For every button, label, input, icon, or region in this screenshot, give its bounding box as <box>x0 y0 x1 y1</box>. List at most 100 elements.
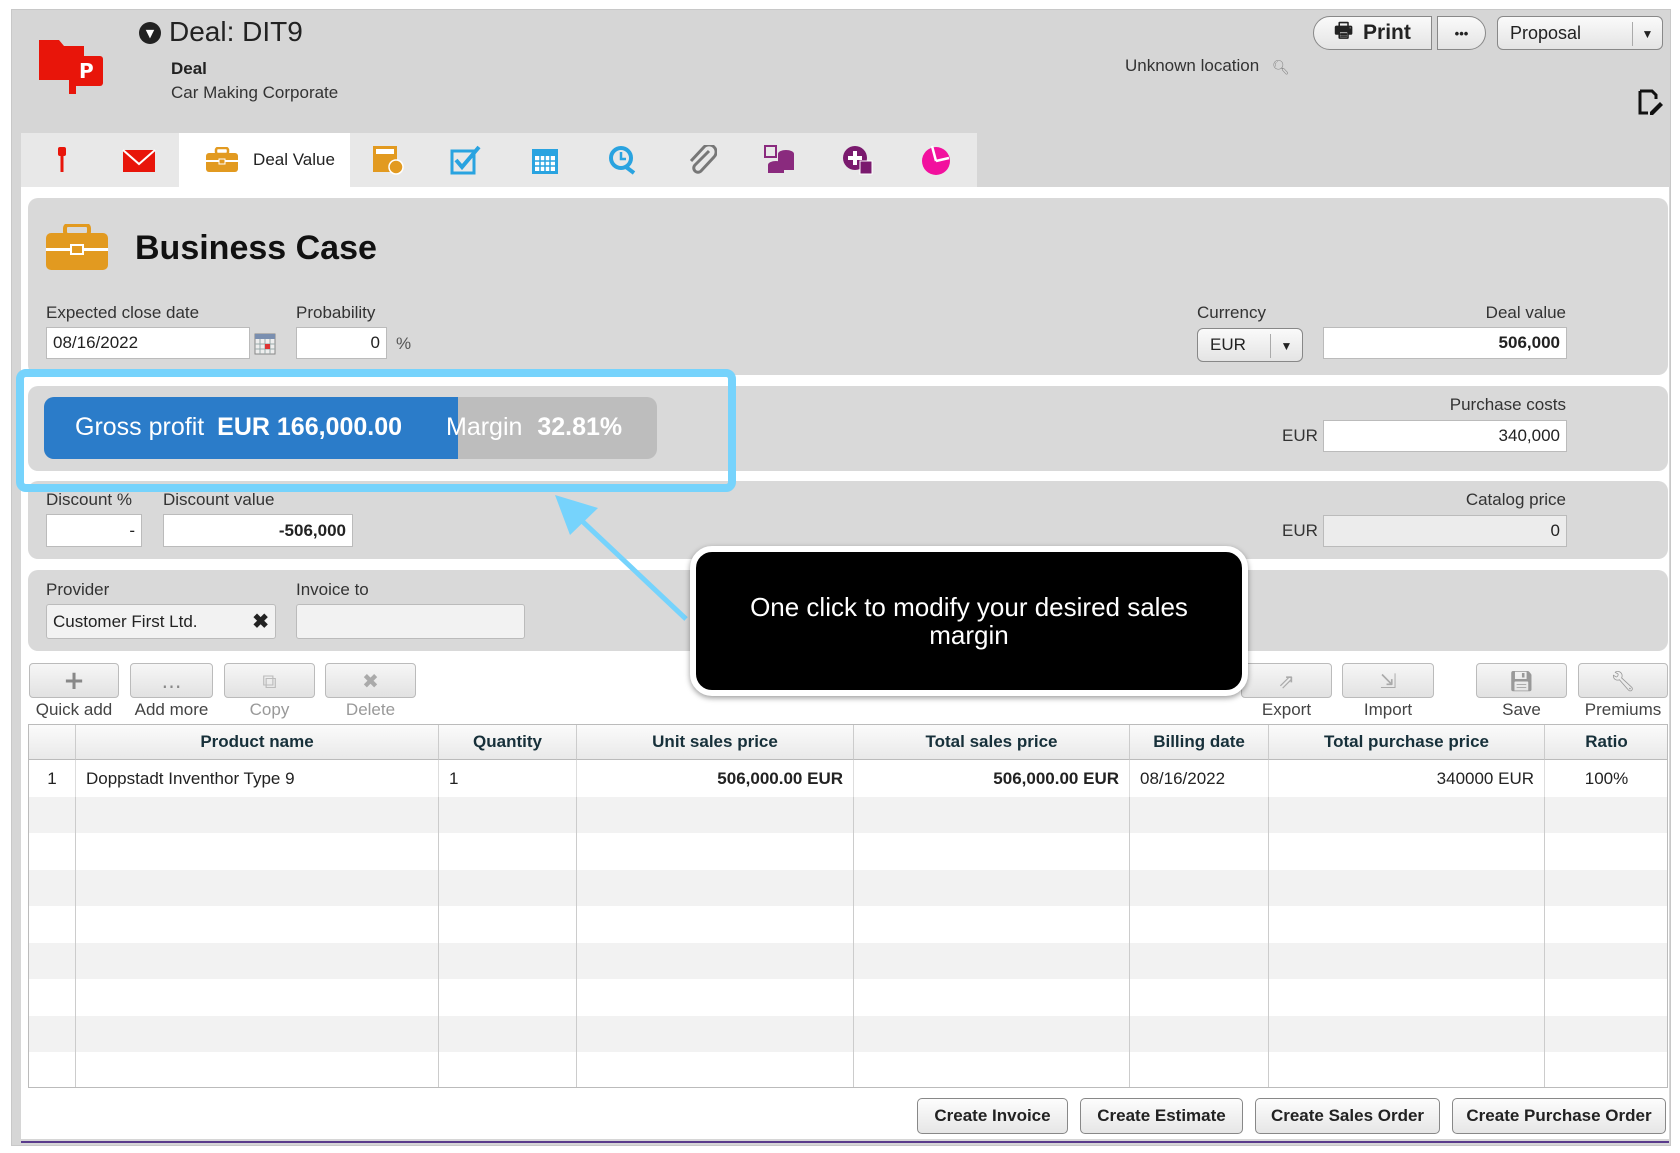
catalog-price-input: 0 <box>1323 515 1567 547</box>
export-icon: ⇗ <box>1278 668 1295 693</box>
column-header-billing-date[interactable]: Billing date <box>1130 725 1269 760</box>
tab-tasks[interactable] <box>444 133 488 187</box>
deal-value-input[interactable]: 506,000 <box>1323 327 1567 359</box>
table-row-empty[interactable] <box>29 1015 1667 1053</box>
tab-add-expense[interactable] <box>836 133 880 187</box>
probability-unit: % <box>396 334 412 353</box>
purchase-costs-currency: EUR <box>1282 426 1318 445</box>
tab-email[interactable] <box>117 133 161 187</box>
briefcase-icon <box>206 147 239 172</box>
cell-total-purchase-price[interactable]: 340000 EUR <box>1269 760 1545 797</box>
table-row-empty[interactable] <box>29 1052 1667 1087</box>
clock-search-icon <box>609 146 636 175</box>
products-table: Product name Quantity Unit sales price Tota… <box>28 724 1668 1088</box>
printer-icon: 🖶 <box>1334 20 1354 42</box>
provider-input[interactable]: Customer First Ltd. ✖ <box>46 604 276 639</box>
create-sales-order-button[interactable]: Create Sales Order <box>1255 1098 1440 1134</box>
column-header-product-name[interactable]: Product name <box>76 725 439 760</box>
cell-ratio[interactable]: 100% <box>1545 760 1667 797</box>
clear-provider-icon[interactable]: ✖ <box>252 609 269 634</box>
tab-pin[interactable] <box>40 133 84 187</box>
location-search-icon[interactable]: 🔍︎ <box>1272 60 1290 76</box>
column-header-total-sales-price[interactable]: Total sales price <box>854 725 1130 760</box>
highlight-box <box>16 369 736 492</box>
cell-billing-date[interactable]: 08/16/2022 <box>1130 760 1269 797</box>
add-more-label: Add more <box>134 700 209 719</box>
currency-label: Currency <box>1197 303 1266 322</box>
tab-attachments[interactable] <box>680 133 724 187</box>
invoice-to-input[interactable] <box>296 604 525 639</box>
delete-label: Delete <box>345 700 396 719</box>
invoice-to-label: Invoice to <box>296 580 369 599</box>
cell-product-name[interactable]: Doppstadt Inventhor Type 9 <box>76 760 439 797</box>
cell-unit-sales-price[interactable]: 506,000.00 EUR <box>577 760 854 797</box>
tab-deal-value[interactable]: Deal Value <box>190 133 350 187</box>
tab-calculator[interactable] <box>366 133 410 187</box>
table-row-empty[interactable] <box>29 869 1667 907</box>
column-header-ratio[interactable]: Ratio <box>1545 725 1667 760</box>
column-divider <box>576 760 577 1087</box>
discount-value-input[interactable]: -506,000 <box>163 514 353 547</box>
column-header-unit-sales-price[interactable]: Unit sales price <box>577 725 854 760</box>
create-estimate-button[interactable]: Create Estimate <box>1080 1098 1243 1134</box>
tab-finance[interactable] <box>758 133 802 187</box>
x-icon: ✖ <box>362 668 379 693</box>
pie-chart-icon <box>922 145 950 175</box>
export-label: Export <box>1261 700 1312 719</box>
provider-label: Provider <box>46 580 110 599</box>
table-row-empty[interactable] <box>29 942 1667 980</box>
more-button[interactable]: ••• <box>1437 16 1486 50</box>
company-link[interactable]: Car Making Corporate <box>171 83 338 103</box>
svg-text:P: P <box>79 59 94 83</box>
tab-calendar[interactable] <box>523 133 567 187</box>
quick-add-button[interactable]: + <box>29 663 119 698</box>
column-header-total-purchase-price[interactable]: Total purchase price <box>1269 725 1545 760</box>
tab-reports[interactable] <box>914 133 958 187</box>
premiums-label: Premiums <box>1584 700 1662 719</box>
table-row-empty[interactable] <box>29 906 1667 943</box>
wrench-icon: 🔧︎ <box>1610 668 1636 693</box>
stage-select[interactable]: Proposal ▼ <box>1497 16 1663 50</box>
location-label: Unknown location <box>1125 56 1260 75</box>
cell-quantity[interactable]: 1 <box>439 760 577 797</box>
add-more-button[interactable]: … <box>130 663 213 698</box>
edit-note-icon[interactable] <box>1637 88 1663 116</box>
calculator-icon <box>373 146 404 175</box>
callout-text: One click to modify your desired sales m… <box>750 592 1188 650</box>
column-header-quantity[interactable]: Quantity <box>439 725 577 760</box>
create-invoice-button[interactable]: Create Invoice <box>917 1098 1068 1134</box>
column-header-row-number[interactable] <box>29 725 76 760</box>
calendar-picker-icon[interactable] <box>254 333 276 359</box>
save-button[interactable]: 💾︎ <box>1476 663 1567 698</box>
calendar-icon <box>532 149 558 174</box>
table-row-empty[interactable] <box>29 833 1667 870</box>
import-button[interactable]: ⇲ <box>1342 663 1434 698</box>
tab-history[interactable] <box>602 133 646 187</box>
import-label: Import <box>1363 700 1413 719</box>
copy-button: ⧉ <box>224 663 315 698</box>
import-icon: ⇲ <box>1379 668 1397 693</box>
expected-close-date-input[interactable]: 08/16/2022 <box>46 327 250 359</box>
export-button[interactable]: ⇗ <box>1241 663 1332 698</box>
chevron-down-icon: ▼ <box>1632 22 1662 46</box>
copy-label: Copy <box>249 700 290 719</box>
purchase-costs-label: Purchase costs <box>1449 395 1566 414</box>
table-row-empty[interactable] <box>29 979 1667 1016</box>
currency-select[interactable]: EUR ▼ <box>1197 328 1303 362</box>
print-button[interactable]: 🖶 Print <box>1313 16 1432 50</box>
purchase-costs-input[interactable]: 340,000 <box>1323 420 1567 452</box>
table-row-empty[interactable] <box>29 796 1667 834</box>
catalog-price-label: Catalog price <box>1465 490 1566 509</box>
discount-value-label: Discount value <box>163 490 275 509</box>
cell-row-number[interactable]: 1 <box>29 760 76 797</box>
premiums-button[interactable]: 🔧︎ <box>1578 663 1668 698</box>
collapse-toggle-icon[interactable]: ▼ <box>139 22 161 44</box>
discount-pct-input[interactable]: - <box>46 514 142 547</box>
cell-total-sales-price[interactable]: 506,000.00 EUR <box>854 760 1130 797</box>
column-divider <box>75 760 76 1087</box>
coins-icon <box>764 145 794 173</box>
create-purchase-order-button[interactable]: Create Purchase Order <box>1452 1098 1666 1134</box>
bottom-divider <box>21 1141 1669 1143</box>
add-money-icon <box>843 146 873 175</box>
probability-input[interactable]: 0 <box>296 327 387 359</box>
